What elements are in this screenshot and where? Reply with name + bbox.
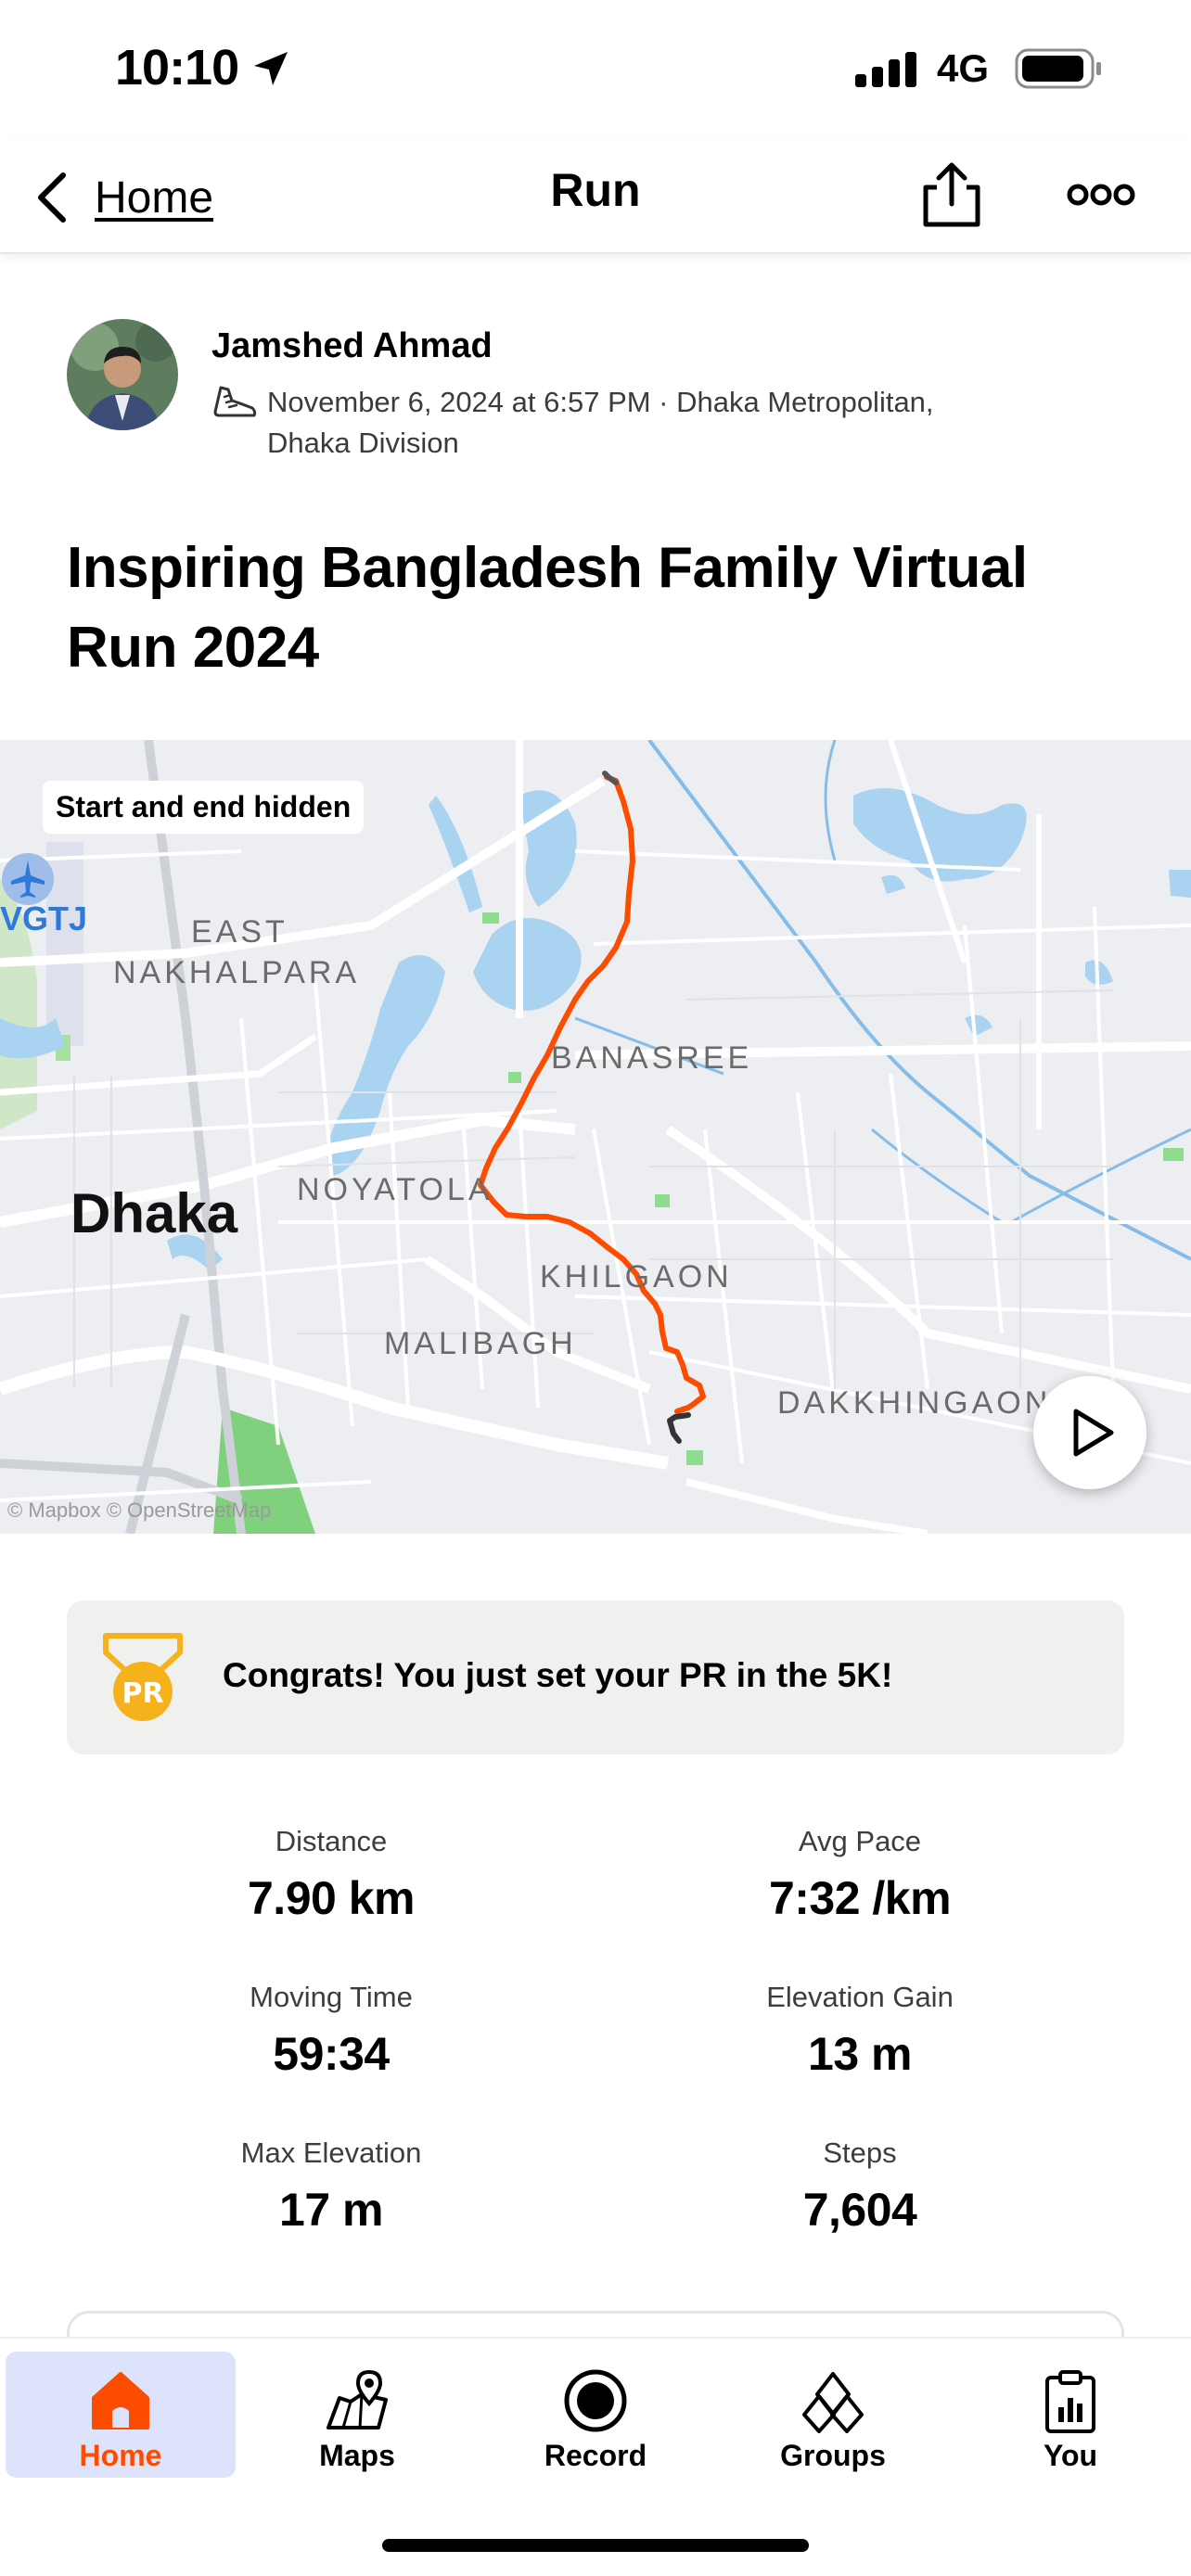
tab-you[interactable]: You bbox=[955, 2352, 1185, 2478]
play-flyover-button[interactable] bbox=[1033, 1376, 1146, 1489]
back-button[interactable]: Home bbox=[33, 165, 230, 230]
status-time: 10:10 bbox=[115, 40, 239, 96]
activity-detail-screen: 10:10 4G Home Run Jamshed Ahmad November… bbox=[0, 0, 1191, 2576]
map-label-dakkhingaon: DAKKHINGAON bbox=[777, 1385, 1052, 1421]
navigation-bar: Home Run bbox=[0, 139, 1191, 254]
play-icon bbox=[1073, 1409, 1114, 1457]
stat-label: Elevation Gain bbox=[766, 1981, 954, 2013]
map-icon bbox=[327, 2369, 388, 2429]
athlete-name[interactable]: Jamshed Ahmad bbox=[211, 326, 493, 366]
map-label-malibagh: MALIBAGH bbox=[384, 1326, 577, 1361]
stat-value: 7,604 bbox=[802, 2184, 917, 2236]
stat-value: 13 m bbox=[808, 2028, 912, 2080]
groups-icon bbox=[802, 2372, 864, 2433]
tab-label: Home bbox=[79, 2439, 162, 2472]
home-icon bbox=[92, 2372, 149, 2429]
network-type: 4G bbox=[937, 46, 990, 90]
stat-value: 7.90 km bbox=[248, 1872, 415, 1924]
stat-distance: Distance 7.90 km bbox=[146, 1825, 517, 1925]
map-city-label: Dhaka bbox=[70, 1182, 238, 1244]
cellular-signal-icon bbox=[855, 52, 916, 87]
tab-label: Maps bbox=[319, 2439, 395, 2472]
chevron-left-icon bbox=[38, 172, 66, 223]
stat-moving-time: Moving Time 59:34 bbox=[146, 1981, 517, 2081]
share-icon[interactable] bbox=[918, 159, 985, 230]
stat-label: Max Elevation bbox=[240, 2136, 422, 2169]
tab-maps[interactable]: Maps bbox=[242, 2352, 472, 2478]
activity-meta: November 6, 2024 at 6:57 PM · Dhaka Metr… bbox=[267, 382, 1009, 464]
stat-avg-pace: Avg Pace 7:32 /km bbox=[674, 1825, 1045, 1925]
tab-home[interactable]: Home bbox=[6, 2352, 236, 2478]
map-label-banasree: BANASREE bbox=[551, 1040, 753, 1076]
record-icon bbox=[564, 2369, 627, 2432]
stat-value: 7:32 /km bbox=[768, 1872, 952, 1924]
stat-label: Distance bbox=[275, 1825, 388, 1857]
home-indicator[interactable] bbox=[382, 2539, 809, 2552]
activity-region: Dhaka Division bbox=[267, 427, 459, 459]
stat-steps: Steps 7,604 bbox=[674, 2136, 1045, 2237]
pr-medal-text: PR bbox=[122, 1677, 163, 1710]
status-bar: 10:10 4G bbox=[0, 0, 1191, 139]
stat-value: 59:34 bbox=[273, 2028, 390, 2080]
route-map[interactable]: Start and end hidden VGTJ EAST NAKHALPAR… bbox=[0, 740, 1191, 1534]
stat-label: Steps bbox=[823, 2136, 897, 2169]
map-label-noyatola: NOYATOLA bbox=[297, 1172, 493, 1207]
privacy-badge: Start and end hidden bbox=[43, 781, 365, 834]
activity-title: Inspiring Bangladesh Family Virtual Run … bbox=[67, 536, 1028, 680]
map-label-nakhalpara: NAKHALPARA bbox=[113, 955, 361, 990]
stat-elevation-gain: Elevation Gain 13 m bbox=[674, 1981, 1045, 2081]
athlete-avatar[interactable] bbox=[67, 319, 178, 430]
map-label-east: EAST bbox=[191, 914, 288, 950]
map-label-khilgaon: KHILGAON bbox=[540, 1259, 733, 1294]
stat-label: Moving Time bbox=[250, 1981, 413, 2013]
tab-label: Record bbox=[544, 2439, 647, 2472]
stat-max-elevation: Max Elevation 17 m bbox=[146, 2136, 517, 2237]
activity-date-location: November 6, 2024 at 6:57 PM · Dhaka Metr… bbox=[267, 386, 934, 418]
pr-achievement-banner[interactable]: PR Congrats! You just set your PR in the… bbox=[67, 1600, 1124, 1754]
stat-label: Avg Pace bbox=[798, 1825, 922, 1857]
tab-label: Groups bbox=[780, 2439, 886, 2472]
tab-record[interactable]: Record bbox=[480, 2352, 711, 2478]
stat-value: 17 m bbox=[279, 2184, 383, 2236]
back-label[interactable]: Home bbox=[95, 172, 213, 223]
tab-label: You bbox=[1043, 2439, 1098, 2472]
battery-icon bbox=[1015, 48, 1101, 89]
more-options-icon[interactable] bbox=[1067, 176, 1135, 213]
tab-groups[interactable]: Groups bbox=[718, 2352, 948, 2478]
clipboard-icon bbox=[1045, 2370, 1095, 2433]
pr-message: Congrats! You just set your PR in the 5K… bbox=[223, 1656, 893, 1694]
map-attribution[interactable]: © Mapbox © OpenStreetMap bbox=[7, 1498, 271, 1523]
pr-medal-icon: PR bbox=[103, 1633, 183, 1721]
airport-label: VGTJ bbox=[0, 899, 88, 937]
location-arrow-icon bbox=[254, 52, 288, 85]
running-shoe-icon bbox=[213, 386, 257, 417]
